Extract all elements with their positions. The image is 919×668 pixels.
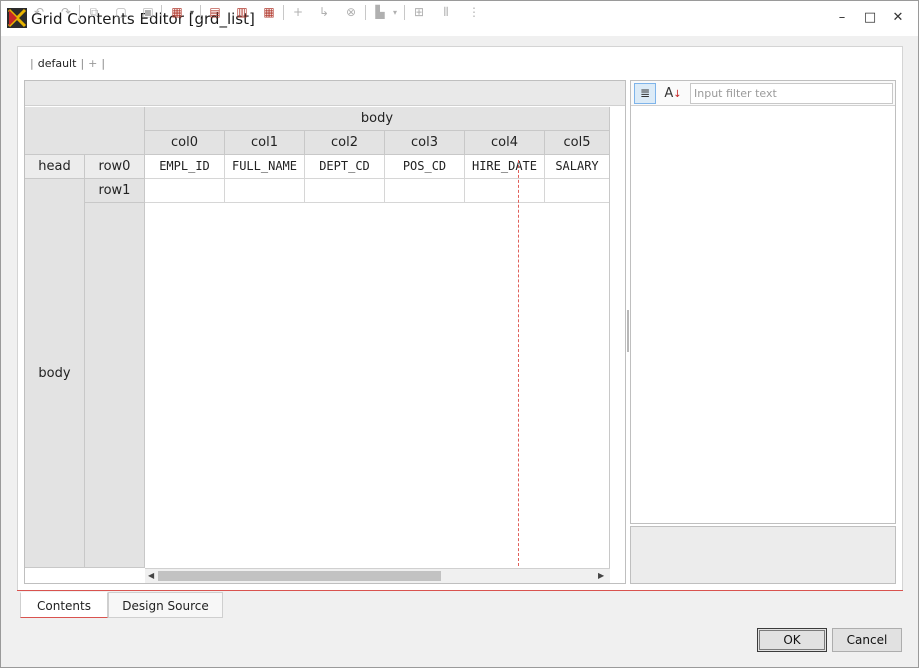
sort-alpha-label: A — [664, 86, 674, 101]
ok-button[interactable]: OK — [757, 628, 827, 652]
column-header[interactable]: col4 — [465, 131, 545, 155]
grid-cell[interactable]: DEPT_CD — [305, 155, 385, 179]
grid-cell[interactable]: POS_CD — [385, 155, 465, 179]
column-header[interactable]: col0 — [145, 131, 225, 155]
move-icon[interactable]: ↳ — [315, 4, 333, 21]
band-header[interactable]: body — [145, 107, 610, 131]
cut-icon[interactable]: ⧉ — [85, 4, 103, 21]
column-header[interactable]: col3 — [385, 131, 465, 155]
column-header[interactable]: col1 — [225, 131, 305, 155]
grid-cell[interactable] — [225, 179, 305, 203]
panel-accent-line — [17, 590, 903, 591]
app-logo-icon — [7, 8, 27, 28]
toolbar-separator — [283, 5, 284, 20]
scroll-left-icon[interactable]: ◀ — [148, 569, 156, 583]
grid-cell[interactable] — [385, 179, 465, 203]
merge-icon[interactable]: ▙ — [371, 4, 389, 21]
chevron-down-icon[interactable]: ▾ — [390, 4, 400, 21]
minimize-button[interactable]: – — [830, 8, 854, 28]
scrollbar-thumb[interactable] — [158, 571, 441, 581]
cancel-button[interactable]: Cancel — [832, 628, 902, 652]
categorized-icon[interactable]: ≣ — [634, 83, 656, 104]
tab-design-source[interactable]: Design Source — [108, 592, 223, 618]
row-header-empty — [85, 203, 145, 568]
maximize-button[interactable]: □ — [858, 8, 882, 28]
grid-cell[interactable] — [145, 179, 225, 203]
grid-toolbar — [25, 81, 625, 106]
column-header[interactable]: col2 — [305, 131, 385, 155]
row-header[interactable]: row1 — [85, 179, 145, 203]
chevron-down-icon[interactable]: ▾ — [187, 4, 197, 21]
grid-cell[interactable]: FULL_NAME — [225, 155, 305, 179]
split-icon[interactable]: ⊞ — [410, 4, 428, 21]
add-head-row-icon[interactable]: ▤ — [206, 4, 224, 21]
column-header[interactable]: col5 — [545, 131, 610, 155]
redo-icon[interactable]: ↷ — [57, 4, 75, 21]
grid-cell[interactable] — [465, 179, 545, 203]
toolbar-separator — [79, 5, 80, 20]
toolbar-separator — [365, 5, 366, 20]
body-band-label[interactable]: body — [25, 179, 85, 568]
paste-icon[interactable]: ▣ — [139, 4, 157, 21]
toolbar-separator — [404, 5, 405, 20]
property-description-pane — [630, 526, 896, 584]
close-button[interactable]: ✕ — [886, 8, 910, 28]
grid-cell[interactable] — [545, 179, 610, 203]
insert-column-icon[interactable]: ▦ — [168, 4, 186, 21]
row-header[interactable]: row0 — [85, 155, 145, 179]
grid-cell[interactable]: HIRE_DATE — [465, 155, 545, 179]
align-icon[interactable]: ⋮ — [465, 4, 483, 21]
grid-right-border — [609, 107, 610, 568]
distribute-icon[interactable]: ⫴ — [437, 4, 455, 21]
tab-default[interactable]: default — [38, 57, 77, 70]
sort-alpha-button[interactable]: A↓ — [662, 83, 684, 104]
add-body-row-icon[interactable]: ▥ — [233, 4, 251, 21]
add-icon[interactable]: + — [289, 4, 307, 21]
grid-cell[interactable] — [305, 179, 385, 203]
grid-cell[interactable]: SALARY — [545, 155, 610, 179]
add-summ-row-icon[interactable]: ▦ — [260, 4, 278, 21]
copy-icon[interactable]: ▢ — [112, 4, 130, 21]
corner-header — [25, 107, 145, 155]
property-pane — [630, 80, 896, 524]
grid-cell[interactable]: EMPL_ID — [145, 155, 225, 179]
add-tab-button[interactable]: + — [88, 57, 97, 70]
filter-input[interactable] — [690, 83, 893, 104]
tab-contents[interactable]: Contents — [20, 592, 108, 618]
width-guide-line — [518, 160, 519, 566]
delete-icon[interactable]: ⊗ — [342, 4, 360, 21]
scroll-right-icon[interactable]: ▶ — [598, 569, 606, 583]
undo-icon[interactable]: ↶ — [30, 4, 48, 21]
head-band-label[interactable]: head — [25, 155, 85, 179]
toolbar-separator — [200, 5, 201, 20]
splitter-handle[interactable] — [627, 310, 629, 352]
document-tabs: | default | + | — [30, 57, 106, 70]
toolbar-separator — [161, 5, 162, 20]
